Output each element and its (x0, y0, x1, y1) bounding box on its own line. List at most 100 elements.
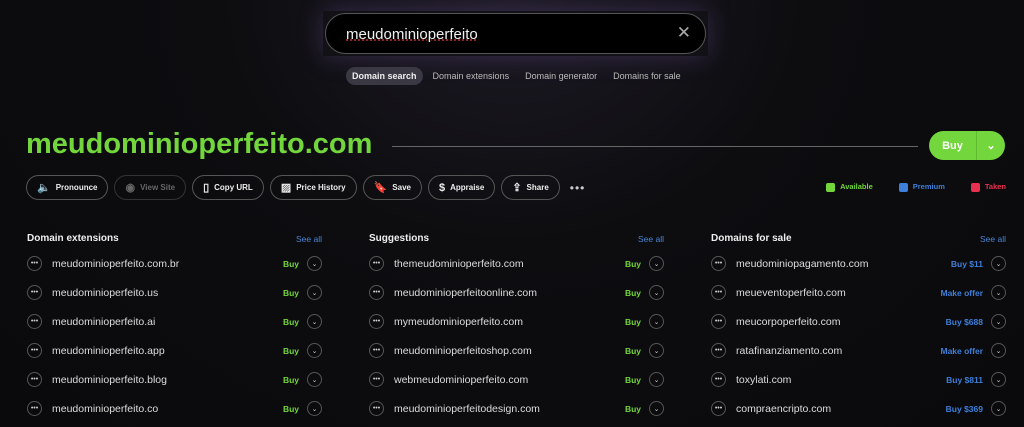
more-icon[interactable]: ••• (27, 314, 42, 329)
chevron-down-icon[interactable]: ⌄ (307, 343, 322, 358)
list-item[interactable]: ••• meudominioperfeitoonline.com Buy ⌄ (369, 278, 664, 307)
list-item[interactable]: ••• meudominioperfeito.us Buy ⌄ (27, 278, 322, 307)
search-value[interactable]: meudominioperfeito (346, 26, 478, 43)
domain-name[interactable]: meudominioperfeitodesign.com (394, 403, 625, 415)
domain-name[interactable]: meudominioperfeito.blog (52, 374, 283, 386)
tab-domain-extensions[interactable]: Domain extensions (427, 67, 516, 85)
chevron-down-icon[interactable]: ⌄ (991, 372, 1006, 387)
chevron-down-icon[interactable]: ⌄ (307, 401, 322, 416)
buy-action[interactable]: Buy (625, 404, 641, 414)
domain-name[interactable]: meueventoperfeito.com (736, 287, 940, 299)
list-item[interactable]: ••• themeudominioperfeito.com Buy ⌄ (369, 249, 664, 278)
list-item[interactable]: ••• meudominioperfeito.co Buy ⌄ (27, 394, 322, 423)
buy-action[interactable]: Buy (283, 259, 299, 269)
domain-name[interactable]: meudominioperfeito.app (52, 345, 283, 357)
buy-button[interactable]: Buy ⌄ (929, 131, 1005, 160)
save-button[interactable]: 🔖 Save (362, 175, 422, 200)
tab-domain-search[interactable]: Domain search (346, 67, 423, 85)
search-input[interactable]: meudominioperfeito ✕ (325, 13, 706, 54)
domain-name[interactable]: meudominioperfeito.us (52, 287, 283, 299)
more-options-icon[interactable]: ••• (570, 181, 586, 195)
copy-url-button[interactable]: ▯ Copy URL (192, 175, 264, 200)
more-icon[interactable]: ••• (711, 401, 726, 416)
domain-name[interactable]: compraencripto.com (736, 403, 946, 415)
buy-action[interactable]: Buy (625, 375, 641, 385)
see-all-link[interactable]: See all (638, 234, 664, 244)
chevron-down-icon[interactable]: ⌄ (991, 343, 1006, 358)
view-site-button[interactable]: ◉ View Site (114, 175, 187, 200)
list-item[interactable]: ••• meucorpoperfeito.com Buy $688 ⌄ (711, 307, 1006, 336)
domain-name[interactable]: meudominioperfeito.co (52, 403, 283, 415)
more-icon[interactable]: ••• (27, 285, 42, 300)
domain-name[interactable]: meudominioperfeitoonline.com (394, 287, 625, 299)
list-item[interactable]: ••• meudominioperfeito.com.br Buy ⌄ (27, 249, 322, 278)
buy-action[interactable]: Buy (625, 259, 641, 269)
buy-action[interactable]: Buy (283, 346, 299, 356)
more-icon[interactable]: ••• (369, 372, 384, 387)
chevron-down-icon[interactable]: ⌄ (307, 285, 322, 300)
list-item[interactable]: ••• mymeudominioperfeito.com Buy ⌄ (369, 307, 664, 336)
chevron-down-icon[interactable]: ⌄ (649, 256, 664, 271)
price-history-button[interactable]: ▨ Price History (269, 175, 357, 200)
more-icon[interactable]: ••• (27, 372, 42, 387)
chevron-down-icon[interactable]: ⌄ (991, 314, 1006, 329)
list-item[interactable]: ••• meudominioperfeito.ai Buy ⌄ (27, 307, 322, 336)
more-icon[interactable]: ••• (711, 256, 726, 271)
domain-name[interactable]: toxylati.com (736, 374, 946, 386)
list-item[interactable]: ••• meudominiopagamento.com Buy $11 ⌄ (711, 249, 1006, 278)
domain-name[interactable]: ratafinanziamento.com (736, 345, 940, 357)
more-icon[interactable]: ••• (27, 256, 42, 271)
more-icon[interactable]: ••• (711, 343, 726, 358)
list-item[interactable]: ••• toxylati.com Buy $811 ⌄ (711, 365, 1006, 394)
more-icon[interactable]: ••• (369, 343, 384, 358)
chevron-down-icon[interactable]: ⌄ (649, 314, 664, 329)
appraise-button[interactable]: $ Appraise (427, 175, 496, 200)
list-item[interactable]: ••• meudominioperfeito.blog Buy ⌄ (27, 365, 322, 394)
list-item[interactable]: ••• meudominioperfeitoshop.com Buy ⌄ (369, 336, 664, 365)
buy-action[interactable]: Buy (283, 375, 299, 385)
chevron-down-icon[interactable]: ⌄ (649, 285, 664, 300)
domain-name[interactable]: themeudominioperfeito.com (394, 258, 625, 270)
chevron-down-icon[interactable]: ⌄ (307, 256, 322, 271)
buy-action[interactable]: Buy (283, 288, 299, 298)
buy-action[interactable]: Buy $369 (946, 404, 983, 414)
more-icon[interactable]: ••• (369, 256, 384, 271)
buy-action[interactable]: Make offer (940, 346, 983, 356)
domain-name[interactable]: mymeudominioperfeito.com (394, 316, 625, 328)
list-item[interactable]: ••• meudominioperfeito.app Buy ⌄ (27, 336, 322, 365)
more-icon[interactable]: ••• (369, 401, 384, 416)
chevron-down-icon[interactable]: ⌄ (649, 372, 664, 387)
chevron-down-icon[interactable]: ⌄ (976, 131, 1005, 160)
buy-action[interactable]: Buy (625, 346, 641, 356)
buy-action[interactable]: Buy $11 (951, 259, 983, 269)
more-icon[interactable]: ••• (711, 285, 726, 300)
domain-name[interactable]: meucorpoperfeito.com (736, 316, 946, 328)
chevron-down-icon[interactable]: ⌄ (649, 401, 664, 416)
more-icon[interactable]: ••• (369, 314, 384, 329)
more-icon[interactable]: ••• (27, 343, 42, 358)
clear-icon[interactable]: ✕ (677, 23, 691, 43)
buy-action[interactable]: Buy $811 (946, 375, 983, 385)
domain-name[interactable]: meudominioperfeito.ai (52, 316, 283, 328)
see-all-link[interactable]: See all (296, 234, 322, 244)
list-item[interactable]: ••• webmeudominioperfeito.com Buy ⌄ (369, 365, 664, 394)
domain-name[interactable]: meudominioperfeito.com.br (52, 258, 283, 270)
more-icon[interactable]: ••• (711, 372, 726, 387)
buy-action[interactable]: Buy (283, 404, 299, 414)
buy-action[interactable]: Buy (625, 288, 641, 298)
buy-action[interactable]: Buy (625, 317, 641, 327)
tab-domains-for-sale[interactable]: Domains for sale (607, 67, 687, 85)
list-item[interactable]: ••• compraencripto.com Buy $369 ⌄ (711, 394, 1006, 423)
more-icon[interactable]: ••• (369, 285, 384, 300)
domain-name[interactable]: webmeudominioperfeito.com (394, 374, 625, 386)
chevron-down-icon[interactable]: ⌄ (991, 285, 1006, 300)
list-item[interactable]: ••• meueventoperfeito.com Make offer ⌄ (711, 278, 1006, 307)
buy-label[interactable]: Buy (929, 131, 976, 160)
share-button[interactable]: ⇪ Share (501, 175, 560, 200)
list-item[interactable]: ••• meudominioperfeitodesign.com Buy ⌄ (369, 394, 664, 423)
domain-name[interactable]: meudominiopagamento.com (736, 258, 951, 270)
pronounce-button[interactable]: 🔈 Pronounce (26, 175, 109, 200)
list-item[interactable]: ••• ratafinanziamento.com Make offer ⌄ (711, 336, 1006, 365)
chevron-down-icon[interactable]: ⌄ (307, 314, 322, 329)
buy-action[interactable]: Buy (283, 317, 299, 327)
